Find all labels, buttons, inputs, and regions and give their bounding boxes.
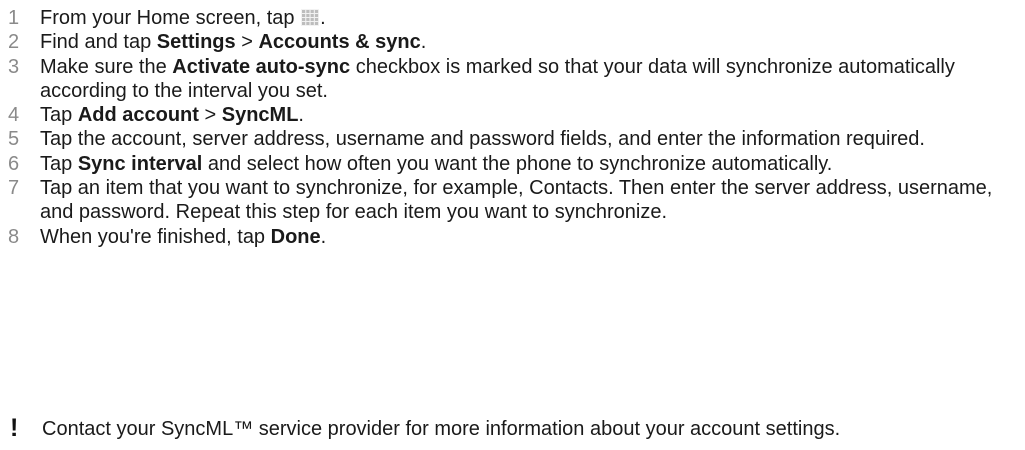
step-text-run: . bbox=[320, 7, 326, 29]
step-text: When you're finished, tap Done. bbox=[40, 225, 1018, 249]
ui-term: Done bbox=[270, 225, 321, 248]
step-3: 3 Make sure the Activate auto-sync checkb… bbox=[8, 55, 1018, 104]
step-5: 5 Tap the account, server address, userna… bbox=[8, 127, 1018, 151]
instruction-steps-list: 1 From your Home screen, tap . 2 Find and t… bbox=[8, 6, 1018, 249]
ui-term: Activate auto-sync bbox=[172, 55, 351, 78]
step-text: Find and tap Settings > Accounts & sync. bbox=[40, 30, 1018, 54]
ui-term: Settings bbox=[156, 31, 236, 54]
app-grid-icon bbox=[301, 9, 320, 26]
step-1: 1 From your Home screen, tap . bbox=[8, 6, 1018, 30]
step-text: Tap an item that you want to synchronize… bbox=[40, 176, 1018, 225]
step-text-run: From your Home screen, tap bbox=[40, 7, 301, 29]
ui-term: Sync interval bbox=[77, 152, 203, 175]
step-text-run: > bbox=[198, 104, 222, 127]
step-6: 6 Tap Sync interval and select how often … bbox=[8, 152, 1018, 176]
step-text-run: . bbox=[320, 225, 327, 248]
step-text-run: > bbox=[235, 31, 259, 54]
note: ! Contact your SyncML™ service provider … bbox=[8, 414, 841, 442]
step-text: From your Home screen, tap . bbox=[40, 6, 1018, 30]
step-text-run: . bbox=[298, 104, 304, 127]
step-number: 5 bbox=[8, 128, 20, 151]
step-text-run: and select how often you want the phone … bbox=[202, 152, 833, 175]
step-number: 6 bbox=[8, 152, 20, 175]
step-text-run: Tap the account, server address, usernam… bbox=[40, 128, 925, 151]
step-2: 2 Find and tap Settings > Accounts & sync… bbox=[8, 30, 1018, 54]
step-text: Tap Add account > SyncML. bbox=[40, 103, 1018, 127]
step-text-run: Tap bbox=[40, 104, 78, 127]
step-text-run: Find and tap bbox=[40, 31, 157, 54]
step-number: 8 bbox=[8, 225, 20, 248]
step-text-run: Make sure the bbox=[40, 55, 173, 78]
step-text-run: Tap bbox=[40, 152, 78, 175]
step-number: 7 bbox=[8, 177, 20, 200]
ui-term: SyncML bbox=[221, 104, 299, 127]
step-text-run: When you're finished, tap bbox=[40, 225, 271, 248]
ui-term: Accounts & sync bbox=[258, 31, 421, 54]
step-number: 4 bbox=[8, 104, 20, 127]
step-number: 1 bbox=[8, 7, 20, 29]
step-text-run: . bbox=[420, 31, 427, 54]
step-number: 2 bbox=[8, 31, 20, 54]
step-text: Tap the account, server address, usernam… bbox=[40, 127, 1018, 151]
step-7: 7 Tap an item that you want to synchroniz… bbox=[8, 176, 1018, 225]
step-number: 3 bbox=[8, 55, 20, 78]
exclamation-icon: ! bbox=[10, 414, 19, 442]
step-text-run: Tap an item that you want to synchronize… bbox=[40, 177, 993, 224]
step-8: 8 When you're finished, tap Done. bbox=[8, 225, 1018, 249]
step-4: 4 Tap Add account > SyncML. bbox=[8, 103, 1018, 127]
ui-term: Add account bbox=[77, 104, 199, 127]
step-text: Tap Sync interval and select how often y… bbox=[40, 152, 1018, 176]
note-text: Contact your SyncML™ service provider fo… bbox=[42, 418, 841, 440]
step-text: Make sure the Activate auto-sync checkbo… bbox=[40, 55, 1018, 104]
